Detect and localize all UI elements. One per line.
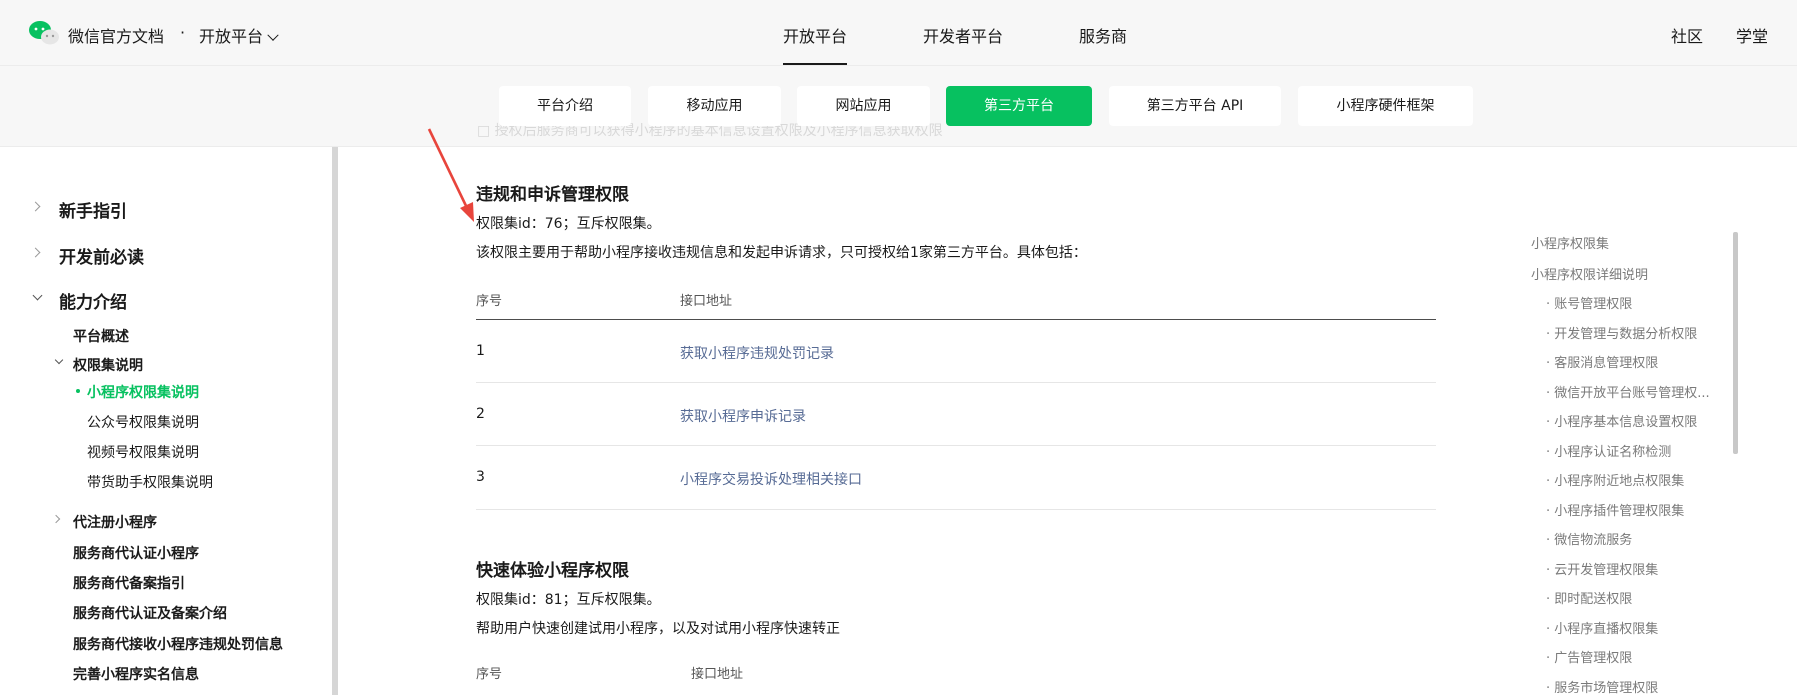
table-row-divider [476, 382, 1436, 383]
table-header-no: 序号 [476, 667, 503, 682]
chevron-down-icon [267, 29, 279, 41]
sidebar-item-channels-permissions[interactable]: 视频号权限集说明 [87, 442, 199, 462]
sidebar-section-capabilities[interactable]: 能力介绍 [59, 288, 127, 313]
toc-item[interactable]: · 开发管理与数据分析权限 [1546, 323, 1697, 342]
tab-mobile-app[interactable]: 移动应用 [648, 86, 781, 126]
tab-mini-program-hardware[interactable]: 小程序硬件框架 [1298, 86, 1473, 126]
tab-third-party-api[interactable]: 第三方平台 API [1109, 86, 1281, 126]
toc-item[interactable]: · 即时配送权限 [1546, 588, 1632, 607]
tab-third-party-platform[interactable]: 第三方平台 [946, 86, 1092, 126]
chevron-right-icon [30, 201, 41, 212]
nav-community[interactable]: 社区 [1671, 23, 1703, 47]
section-title-quick-experience: 快速体验小程序权限 [476, 561, 629, 581]
nav-service-provider[interactable]: 服务商 [1079, 23, 1127, 47]
section-description: 该权限主要用于帮助小程序接收违规信息和发起申诉请求，只可授权给1家第三方平台。具… [476, 245, 1087, 261]
platform-switcher[interactable]: 开放平台 [199, 23, 279, 47]
section-description: 帮助用户快速创建试用小程序，以及对试用小程序快速转正 [476, 621, 840, 637]
section-title-violation-appeal: 违规和申诉管理权限 [476, 185, 629, 205]
platform-label: 开放平台 [199, 27, 264, 46]
nav-open-platform[interactable]: 开放平台 [783, 23, 848, 65]
sidebar-item-violation-info[interactable]: 服务商代接收小程序违规处罚信息 [73, 634, 283, 654]
chevron-down-icon [32, 290, 43, 301]
toc-item[interactable]: · 账号管理权限 [1546, 293, 1632, 312]
table-row-divider [476, 509, 1436, 510]
tab-platform-intro[interactable]: 平台介绍 [499, 86, 631, 126]
sub-nav-band: □ 授权后服务商可以获得小程序的基本信息设置权限及小程序信息获取权限 平台介绍 … [0, 66, 1797, 147]
toc-item[interactable]: · 客服消息管理权限 [1546, 352, 1658, 371]
toc-item[interactable]: · 微信开放平台账号管理权... [1546, 382, 1710, 401]
chevron-down-icon [54, 355, 64, 365]
toc-item[interactable]: · 广告管理权限 [1546, 647, 1632, 666]
active-dot-icon [76, 389, 80, 393]
sidebar-section-getting-started[interactable]: 新手指引 [59, 197, 127, 222]
sidebar-section-before-dev[interactable]: 开发前必读 [59, 243, 144, 268]
sidebar-item-verify-mini-program[interactable]: 服务商代认证小程序 [73, 543, 199, 563]
brand-separator: · [180, 23, 186, 42]
sidebar-item-verify-and-filing[interactable]: 服务商代认证及备案介绍 [73, 603, 227, 623]
table-cell-no: 3 [476, 469, 485, 485]
table-header-api: 接口地址 [691, 667, 744, 682]
top-header: 微信官方文档 · 开放平台 开放平台 开发者平台 服务商 社区 学堂 [0, 0, 1797, 66]
toc-item[interactable]: 小程序权限集 [1531, 233, 1609, 252]
api-link[interactable]: 小程序交易投诉处理相关接口 [680, 469, 862, 489]
api-link[interactable]: 获取小程序违规处罚记录 [680, 343, 834, 363]
chevron-right-icon [30, 247, 41, 258]
sidebar-item-permission-sets[interactable]: 权限集说明 [73, 355, 143, 375]
wechat-logo-icon [29, 21, 59, 45]
api-link[interactable]: 获取小程序申诉记录 [680, 406, 806, 426]
toc-item[interactable]: · 小程序直播权限集 [1546, 618, 1658, 637]
left-sidebar: 新手指引 开发前必读 能力介绍 平台概述 权限集说明 小程序权限集说明 公众号权… [0, 147, 338, 695]
table-row-divider [476, 445, 1436, 446]
permission-id-line: 权限集id：81；互斥权限集。 [476, 592, 661, 608]
sidebar-item-sales-assistant-permissions[interactable]: 带货助手权限集说明 [87, 472, 213, 492]
toc-item[interactable]: · 小程序附近地点权限集 [1546, 470, 1684, 489]
toc-item[interactable]: · 服务市场管理权限 [1546, 677, 1658, 696]
toc-item[interactable]: · 云开发管理权限集 [1546, 559, 1658, 578]
permission-id-line: 权限集id：76；互斥权限集。 [476, 216, 661, 232]
nav-academy[interactable]: 学堂 [1736, 23, 1768, 47]
sidebar-scrollbar[interactable] [332, 147, 338, 695]
toc-item[interactable]: · 小程序认证名称检测 [1546, 441, 1671, 460]
toc-scrollbar[interactable] [1733, 232, 1738, 454]
sidebar-item-real-name-info[interactable]: 完善小程序实名信息 [73, 664, 199, 684]
sidebar-item-platform-overview[interactable]: 平台概述 [73, 326, 129, 346]
table-cell-no: 2 [476, 406, 485, 422]
table-header-api: 接口地址 [680, 294, 733, 309]
toc-item[interactable]: · 微信物流服务 [1546, 529, 1632, 548]
nav-developer-platform[interactable]: 开发者平台 [923, 23, 1003, 47]
sidebar-item-mini-program-permissions[interactable]: 小程序权限集说明 [87, 382, 199, 402]
toc-item[interactable]: 小程序权限详细说明 [1531, 264, 1648, 283]
table-header-no: 序号 [476, 294, 503, 309]
sidebar-item-filing-guide[interactable]: 服务商代备案指引 [73, 573, 185, 593]
annotation-arrow-icon [427, 128, 474, 222]
toc-item[interactable]: · 小程序插件管理权限集 [1546, 500, 1684, 519]
tab-website-app[interactable]: 网站应用 [797, 86, 930, 126]
table-header-divider [476, 319, 1436, 320]
sidebar-item-register-mini-program[interactable]: 代注册小程序 [73, 512, 157, 532]
table-cell-no: 1 [476, 343, 485, 359]
sidebar-item-official-account-permissions[interactable]: 公众号权限集说明 [87, 412, 199, 432]
toc-item[interactable]: · 小程序基本信息设置权限 [1546, 411, 1697, 430]
chevron-right-icon [51, 514, 61, 524]
brand-title[interactable]: 微信官方文档 [68, 23, 164, 47]
